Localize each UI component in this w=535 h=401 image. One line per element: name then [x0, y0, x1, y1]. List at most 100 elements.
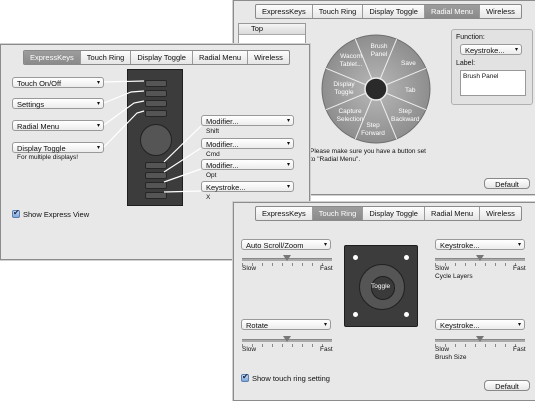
- touch-ring-graphic: [140, 124, 172, 156]
- slider-knob[interactable]: [283, 336, 291, 342]
- ring-led-bottom-right: [404, 312, 409, 317]
- keystroke-dropdown-value: Keystroke...: [206, 183, 246, 192]
- expresskey-1: [145, 80, 167, 87]
- ring-mode-1-dropdown[interactable]: Auto Scroll/Zoom ▾: [241, 239, 331, 250]
- tab-wireless[interactable]: Wireless: [480, 5, 521, 18]
- show-express-view-label[interactable]: Show Express View: [23, 210, 89, 219]
- ring-mode-1-value: Auto Scroll/Zoom: [246, 241, 304, 250]
- tab-wireless[interactable]: Wireless: [248, 51, 289, 64]
- expresskey-dropdown-1[interactable]: Touch On/Off ▾: [12, 77, 104, 88]
- ring-mode-1-right-dropdown[interactable]: Keystroke... ▾: [435, 239, 525, 250]
- ring-led-top-right: [404, 255, 409, 260]
- slow-label: Slow: [242, 265, 257, 272]
- segment-tab[interactable]: Tab: [405, 87, 415, 94]
- touch-ring-panel: ExpressKeys Touch Ring Display Toggle Ra…: [233, 202, 535, 401]
- tab-display-toggle[interactable]: Display Toggle: [363, 207, 425, 220]
- slow-label: Slow: [435, 346, 450, 353]
- slow-label: Slow: [242, 346, 257, 353]
- touch-ring-default-button[interactable]: Default: [484, 380, 530, 391]
- chevron-down-icon: ▾: [514, 47, 518, 53]
- show-touch-ring-label[interactable]: Show touch ring setting: [252, 374, 330, 383]
- ring-mode-2-speed-slider[interactable]: [242, 336, 332, 347]
- expresskey-dropdown-4[interactable]: Display Toggle ▾: [12, 142, 104, 153]
- modifier-dropdown-1-value: Modifier...: [206, 117, 239, 126]
- slider-knob[interactable]: [476, 255, 484, 261]
- function-dropdown-value: Keystroke...: [465, 46, 505, 55]
- ring-led-bottom-left: [353, 312, 358, 317]
- chevron-down-icon: ▾: [286, 184, 290, 190]
- modifier-dropdown-3-value: Modifier...: [206, 161, 239, 170]
- ring-mode-2-right-slider[interactable]: [435, 336, 525, 347]
- segment-display-toggle[interactable]: Display Toggle: [331, 81, 357, 97]
- expresskey-7: [145, 182, 167, 189]
- ring-led-top-left: [353, 255, 358, 260]
- chevron-down-icon: ▾: [96, 123, 100, 129]
- expresskey-8: [145, 192, 167, 199]
- slider-knob[interactable]: [283, 255, 291, 261]
- modifier-dropdown-2[interactable]: Modifier... ▾: [201, 138, 294, 149]
- tab-display-toggle[interactable]: Display Toggle: [131, 51, 193, 64]
- chevron-down-icon: ▾: [323, 242, 327, 248]
- tablet-expresskeys-device: [127, 69, 183, 206]
- radial-default-button[interactable]: Default: [484, 178, 530, 189]
- expresskey-dropdown-1-value: Touch On/Off: [17, 79, 62, 88]
- fast-label: Fast: [513, 265, 526, 272]
- chevron-down-icon: ▾: [96, 80, 100, 86]
- tab-radial-menu[interactable]: Radial Menu: [193, 51, 249, 64]
- show-touch-ring-checkbox[interactable]: [241, 372, 249, 382]
- tab-touch-ring[interactable]: Touch Ring: [81, 51, 132, 64]
- ring-mode-1-speed-slider[interactable]: [242, 255, 332, 266]
- fast-label: Fast: [320, 265, 333, 272]
- slider-knob[interactable]: [476, 336, 484, 342]
- expresskey-5: [145, 162, 167, 169]
- modifier-2-caption: Cmd: [206, 151, 220, 158]
- keystroke-caption: X: [206, 194, 211, 201]
- tab-touch-ring[interactable]: Touch Ring: [313, 5, 364, 18]
- expresskey-dropdown-2[interactable]: Settings ▾: [12, 98, 104, 109]
- tab-expresskeys[interactable]: ExpressKeys: [24, 51, 81, 64]
- modifier-1-caption: Shift: [206, 128, 220, 135]
- brush-size-caption: Brush Size: [435, 354, 467, 361]
- tree-header[interactable]: Top: [239, 24, 305, 35]
- modifier-dropdown-3[interactable]: Modifier... ▾: [201, 159, 294, 170]
- expresskey-dropdown-3[interactable]: Radial Menu ▾: [12, 120, 104, 131]
- expresskey-4: [145, 110, 167, 117]
- ring-mode-2-right-value: Keystroke...: [440, 321, 480, 330]
- keystroke-dropdown[interactable]: Keystroke... ▾: [201, 181, 294, 192]
- segment-step-forward[interactable]: Step Forward: [361, 122, 385, 138]
- modifier-dropdown-1[interactable]: Modifier... ▾: [201, 115, 294, 126]
- chevron-down-icon: ▾: [517, 322, 521, 328]
- modifier-dropdown-2-value: Modifier...: [206, 140, 239, 149]
- ring-mode-1-right-slider[interactable]: [435, 255, 525, 266]
- label-label: Label:: [456, 60, 476, 67]
- tab-radial-menu[interactable]: Radial Menu: [424, 5, 481, 18]
- fast-label: Fast: [513, 346, 526, 353]
- radial-tab-bar: ExpressKeys Touch Ring Display Toggle Ra…: [255, 4, 522, 19]
- segment-save[interactable]: Save: [401, 60, 416, 67]
- ring-mode-1-right-value: Keystroke...: [440, 241, 480, 250]
- ring-mode-2-value: Rotate: [246, 321, 269, 330]
- tab-display-toggle[interactable]: Display Toggle: [363, 5, 425, 18]
- label-textbox[interactable]: Brush Panel: [460, 70, 526, 96]
- ring-mode-2-dropdown[interactable]: Rotate ▾: [241, 319, 331, 330]
- tab-radial-menu[interactable]: Radial Menu: [425, 207, 481, 220]
- function-dropdown[interactable]: Keystroke... ▾: [460, 44, 522, 55]
- segment-capture-selection[interactable]: Capture Selection: [334, 108, 366, 124]
- chevron-down-icon: ▾: [517, 242, 521, 248]
- tab-wireless[interactable]: Wireless: [480, 207, 521, 220]
- segment-step-backward[interactable]: Step Backward: [391, 108, 420, 124]
- expresskey-dropdown-3-value: Radial Menu: [17, 122, 60, 131]
- tab-expresskeys[interactable]: ExpressKeys: [256, 5, 313, 18]
- segment-wacom-tablet[interactable]: Wacom Tablet...: [338, 53, 364, 69]
- tab-touch-ring[interactable]: Touch Ring: [312, 207, 364, 220]
- ring-mode-2-right-dropdown[interactable]: Keystroke... ▾: [435, 319, 525, 330]
- segment-brush-panel[interactable]: Brush Panel: [368, 43, 390, 59]
- fast-label: Fast: [320, 346, 333, 353]
- show-express-view-checkbox[interactable]: [12, 208, 20, 218]
- chevron-down-icon: ▾: [323, 322, 327, 328]
- expresskeys-tab-bar: ExpressKeys Touch Ring Display Toggle Ra…: [23, 50, 290, 65]
- radial-menu-note: Please make sure you have a button set t…: [310, 148, 426, 163]
- tab-expresskeys[interactable]: ExpressKeys: [256, 207, 313, 220]
- slow-label: Slow: [435, 265, 450, 272]
- function-label: Function:: [456, 34, 485, 41]
